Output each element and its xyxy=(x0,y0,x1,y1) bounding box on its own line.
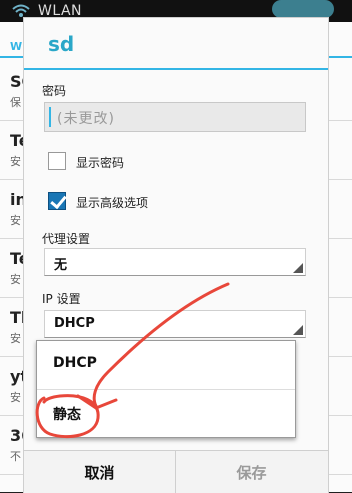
action-bar-title: WLAN xyxy=(38,3,83,19)
dropdown-arrow-icon xyxy=(293,325,303,335)
network-status: 安 xyxy=(10,332,21,345)
proxy-value: 无 xyxy=(54,258,68,273)
cancel-button[interactable]: 取消 xyxy=(24,451,175,493)
proxy-label: 代理设置 xyxy=(42,232,91,246)
ip-option-label: 静态 xyxy=(53,407,81,423)
wlan-toggle[interactable] xyxy=(272,0,334,18)
dropdown-arrow-icon xyxy=(293,263,303,273)
network-status: 安 xyxy=(10,273,21,286)
network-status: 安 xyxy=(10,391,21,404)
proxy-spinner[interactable]: 无 xyxy=(44,248,306,276)
password-placeholder: (未更改) xyxy=(57,111,115,127)
dialog-title: sd xyxy=(48,32,75,56)
save-button[interactable]: 保存 xyxy=(176,451,327,493)
network-status: 安 xyxy=(10,214,21,227)
password-label: 密码 xyxy=(42,84,67,98)
ip-option-dhcp[interactable]: DHCP xyxy=(37,341,295,389)
network-dialog: sd 密码 (未更改) 显示密码 显示高级选项 代理设置 无 IP 设置 DHC… xyxy=(24,18,328,493)
dialog-title-divider xyxy=(24,68,328,70)
ip-option-label: DHCP xyxy=(53,355,97,371)
dialog-button-bar: 取消 保存 xyxy=(24,450,328,493)
show-advanced-label: 显示高级选项 xyxy=(76,196,149,210)
ip-settings-dropdown: DHCP 静态 xyxy=(36,340,296,438)
ip-settings-label: IP 设置 xyxy=(42,292,81,306)
network-status: 安 xyxy=(10,155,21,168)
ip-option-static[interactable]: 静态 xyxy=(37,390,295,438)
network-status: 保 xyxy=(10,96,21,109)
password-input[interactable]: (未更改) xyxy=(44,102,306,132)
wifi-icon xyxy=(12,4,30,18)
network-status: 不 xyxy=(10,450,21,463)
show-password-label: 显示密码 xyxy=(76,156,125,170)
ip-settings-value: DHCP xyxy=(54,316,95,331)
ip-settings-spinner[interactable]: DHCP xyxy=(44,310,306,338)
check-icon xyxy=(50,191,67,210)
text-cursor xyxy=(49,107,51,127)
show-advanced-checkbox[interactable] xyxy=(48,191,67,210)
show-password-checkbox[interactable] xyxy=(48,152,66,170)
